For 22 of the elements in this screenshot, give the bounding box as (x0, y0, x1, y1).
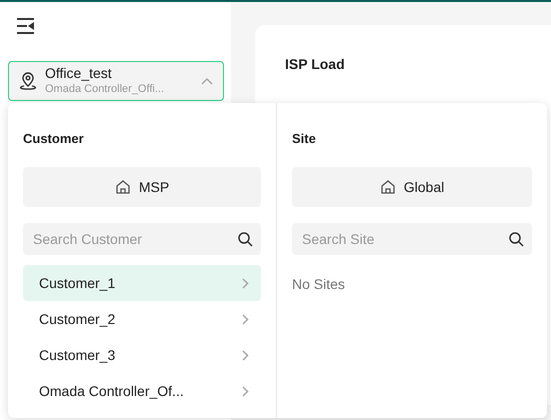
search-field[interactable]: Search Site (292, 223, 532, 255)
search-icon[interactable] (237, 231, 253, 247)
column-heading: Site (292, 131, 317, 147)
site-selector[interactable]: Office_test Omada Controller_Offi... (8, 61, 224, 101)
empty-message: No Sites (292, 275, 345, 294)
chevron-right-icon (242, 314, 249, 324)
card-title: ISP Load (285, 56, 345, 72)
chevron-right-icon (242, 350, 249, 360)
customer-item[interactable]: Customer_1 (23, 265, 261, 301)
column-heading: Customer (23, 131, 85, 147)
search-field[interactable]: Search Customer (23, 223, 261, 255)
location-pin-icon (19, 71, 37, 91)
site-name: Office_test (45, 65, 113, 83)
chevron-right-icon (242, 386, 249, 396)
home-icon (114, 179, 131, 195)
root-button[interactable]: MSP (23, 167, 261, 207)
chevron-right-icon (242, 278, 249, 288)
site-subtitle: Omada Controller_Offi... (45, 82, 166, 97)
home-icon (380, 179, 396, 195)
menu-collapse-icon[interactable] (16, 17, 36, 35)
root-button[interactable]: Global (292, 167, 532, 207)
search-icon[interactable] (508, 231, 524, 247)
